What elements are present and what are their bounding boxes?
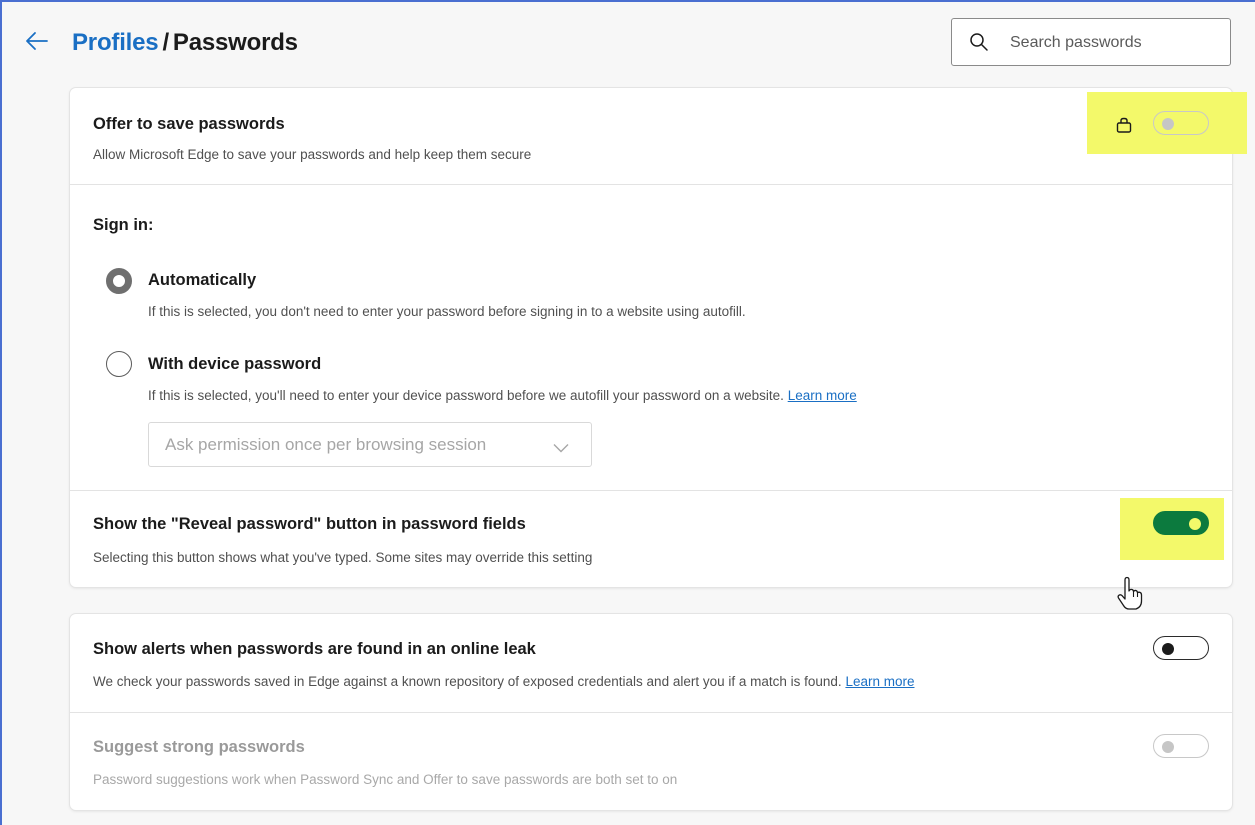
chevron-down-icon <box>553 440 569 453</box>
search-box[interactable] <box>951 18 1231 66</box>
strong-passwords-title: Suggest strong passwords <box>93 738 305 756</box>
search-input[interactable] <box>1010 29 1220 57</box>
offer-to-save-title: Offer to save passwords <box>93 115 285 133</box>
leak-alerts-title: Show alerts when passwords are found in … <box>93 640 536 658</box>
back-arrow-icon[interactable] <box>22 26 52 56</box>
dropdown-value: Ask permission once per browsing session <box>165 435 487 454</box>
permission-dropdown: Ask permission once per browsing session <box>148 422 592 467</box>
radio-device-password-description-text: If this is selected, you'll need to ente… <box>148 388 784 403</box>
leak-alerts-description: We check your passwords saved in Edge ag… <box>93 674 914 689</box>
toggle-knob <box>1162 118 1174 130</box>
radio-automatically[interactable] <box>106 268 132 294</box>
password-settings-card: Offer to save passwords Allow Microsoft … <box>70 88 1247 587</box>
learn-more-link[interactable]: Learn more <box>788 388 857 403</box>
sign-in-heading: Sign in: <box>93 216 154 234</box>
toggle-knob <box>1162 741 1174 753</box>
leak-alerts-toggle[interactable] <box>1153 636 1209 660</box>
divider <box>70 184 1232 185</box>
radio-automatically-description: If this is selected, you don't need to e… <box>148 304 746 319</box>
breadcrumb-profiles-link[interactable]: Profiles <box>72 29 159 56</box>
page-header: Profiles / Passwords <box>0 0 1255 88</box>
radio-automatically-label[interactable]: Automatically <box>148 271 256 290</box>
leak-alerts-description-text: We check your passwords saved in Edge ag… <box>93 674 842 689</box>
divider <box>70 490 1232 491</box>
toggle-knob <box>1189 518 1201 530</box>
reveal-password-toggle[interactable] <box>1153 511 1209 535</box>
strong-passwords-toggle[interactable] <box>1153 734 1209 758</box>
radio-device-password-label[interactable]: With device password <box>148 355 321 374</box>
radio-device-password[interactable] <box>106 351 132 377</box>
search-icon <box>969 32 989 52</box>
breadcrumb: Profiles / Passwords <box>72 29 298 57</box>
reveal-password-title: Show the "Reveal password" button in pas… <box>93 515 526 533</box>
page-title: Passwords <box>172 29 298 56</box>
radio-device-password-description: If this is selected, you'll need to ente… <box>148 388 857 403</box>
offer-to-save-toggle[interactable] <box>1153 111 1209 135</box>
hand-cursor-icon <box>1115 576 1145 612</box>
breadcrumb-separator: / <box>162 29 169 56</box>
divider <box>70 712 1232 713</box>
reveal-password-description: Selecting this button shows what you've … <box>93 550 593 565</box>
password-alerts-card: Show alerts when passwords are found in … <box>70 614 1232 810</box>
strong-passwords-description: Password suggestions work when Password … <box>93 772 678 787</box>
offer-to-save-description: Allow Microsoft Edge to save your passwo… <box>93 147 532 162</box>
learn-more-link[interactable]: Learn more <box>845 674 914 689</box>
lock-icon <box>1115 116 1133 134</box>
toggle-knob <box>1162 643 1174 655</box>
